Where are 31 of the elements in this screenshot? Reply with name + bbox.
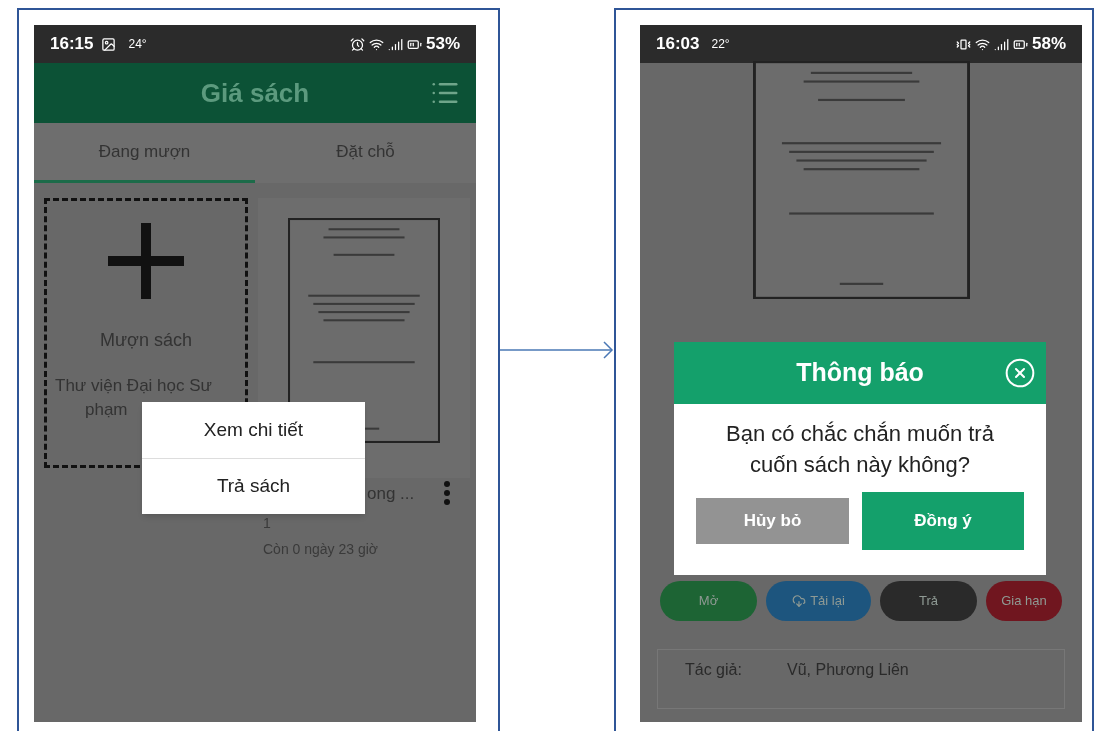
signal-icon	[387, 36, 403, 52]
action-button[interactable]: Tải lại	[766, 581, 871, 621]
menu-item[interactable]: Trả sách	[142, 458, 365, 514]
cancel-button[interactable]: Hủy bỏ	[696, 498, 849, 544]
clock-time: 16:15	[50, 33, 94, 56]
confirm-button[interactable]: Đồng ý	[862, 492, 1024, 550]
vibrate-icon	[955, 36, 971, 52]
temperature: 24°	[128, 36, 147, 53]
action-button[interactable]: Gia hạn	[986, 581, 1062, 621]
battery-percent: 58%	[1031, 33, 1066, 56]
clock-time: 16:03	[656, 33, 700, 56]
plus-icon	[108, 223, 184, 299]
detail-label: Tác giả:	[685, 660, 743, 680]
header-title: Giá sách	[200, 76, 310, 110]
picture-icon	[101, 36, 117, 52]
cloud-icon	[792, 594, 807, 608]
action-button[interactable]: Trả	[880, 581, 977, 621]
tab[interactable]: Đang mượn	[34, 123, 255, 183]
wifi-icon	[368, 36, 384, 52]
dialog-message: Bạn có chắc chắn muốn trả cuốn sách này không?	[725, 420, 995, 479]
detail-value: Vũ, Phương Liên	[787, 660, 909, 680]
close-icon[interactable]	[1004, 357, 1036, 389]
battery-percent: 53%	[425, 33, 460, 56]
dialog-title: Thông báo	[796, 357, 924, 389]
signal-icon	[993, 36, 1009, 52]
temperature: 22°	[711, 36, 730, 53]
tab[interactable]: Đặt chỗ	[255, 123, 476, 183]
action-button[interactable]: Mở	[660, 581, 757, 621]
wifi-icon	[974, 36, 990, 52]
more-options-icon[interactable]	[444, 481, 450, 505]
alarm-icon	[349, 36, 365, 52]
